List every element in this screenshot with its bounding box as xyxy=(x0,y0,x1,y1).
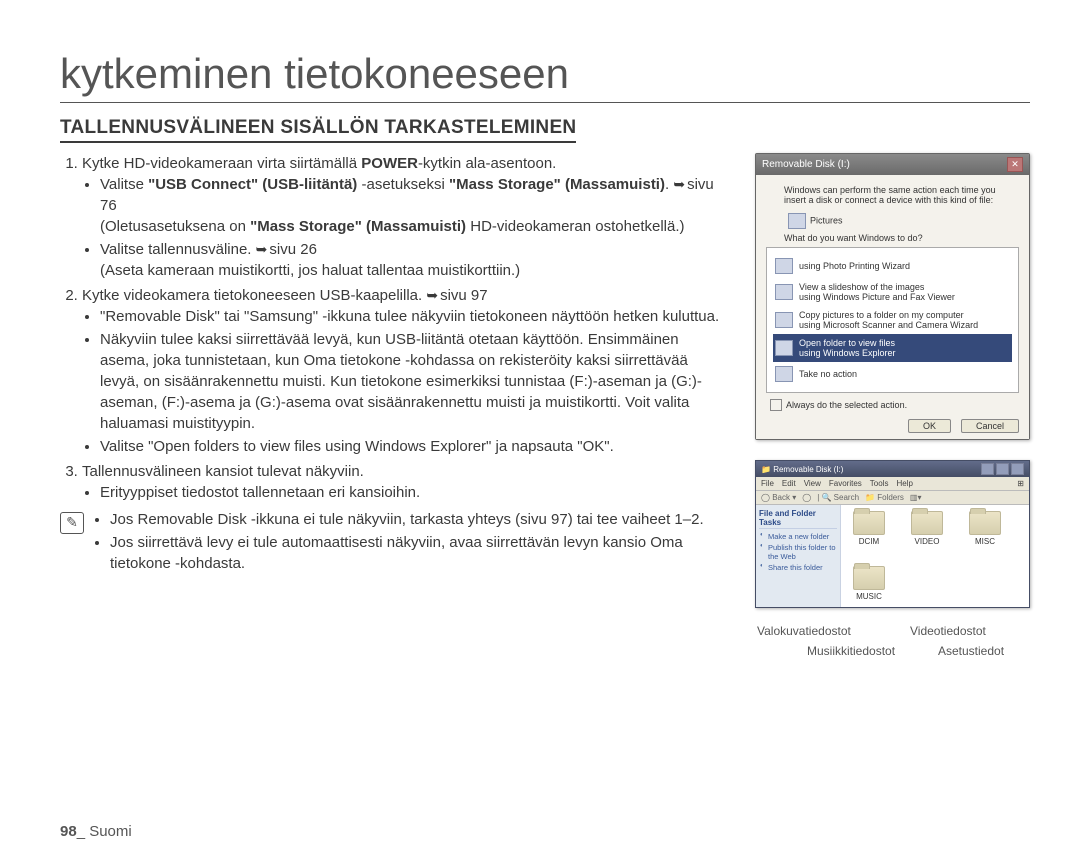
main-content: Kytke HD-videokameraan virta siirtämällä… xyxy=(60,153,730,576)
label-music: Musiikkitiedostot xyxy=(807,644,895,658)
dialog-message: Windows can perform the same action each… xyxy=(784,185,1019,205)
pictures-icon xyxy=(788,213,806,229)
close-icon[interactable]: ✕ xyxy=(1007,157,1023,172)
folder-icon xyxy=(853,566,885,590)
forward-icon[interactable]: ◯ xyxy=(802,493,811,502)
note-1: Jos Removable Disk -ikkuna ei tule näkyv… xyxy=(110,509,730,530)
windows-flag-icon: ⊞ xyxy=(1017,479,1024,488)
page-title: kytkeminen tietokoneeseen xyxy=(60,50,1030,103)
slideshow-icon xyxy=(775,284,793,300)
always-label: Always do the selected action. xyxy=(786,400,907,410)
back-icon[interactable]: ◯ Back ▾ xyxy=(761,493,796,502)
explorer-window: 📁 Removable Disk (I:) File Edit View xyxy=(755,460,1030,608)
always-checkbox[interactable] xyxy=(770,399,782,411)
step-3: Tallennusvälineen kansiot tulevat näkyvi… xyxy=(82,461,730,503)
explorer-main: DCIM VIDEO MISC MUSIC xyxy=(841,505,1029,607)
dialog-prompt: What do you want Windows to do? xyxy=(784,233,1019,243)
cancel-button[interactable]: Cancel xyxy=(961,419,1019,433)
minimize-icon[interactable] xyxy=(981,463,994,475)
label-settings: Asetustiedot xyxy=(938,644,1004,658)
folder-icon xyxy=(853,511,885,535)
section-heading: TALLENNUSVÄLINEEN SISÄLLÖN TARKASTELEMIN… xyxy=(60,117,576,143)
page-footer: 98_ Suomi xyxy=(60,823,132,840)
explorer-toolbar[interactable]: ◯ Back ▾ ◯ | 🔍 Search 📁 Folders ▥▾ xyxy=(756,491,1029,505)
step-2: Kytke videokamera tietokoneeseen USB-kaa… xyxy=(82,285,730,457)
noaction-icon xyxy=(775,366,793,382)
explorer-labels: Valokuvatiedostot Videotiedostot Musiikk… xyxy=(755,608,1030,663)
folder-dcim[interactable]: DCIM xyxy=(845,511,893,546)
folder-video[interactable]: VIDEO xyxy=(903,511,951,546)
folder-icon xyxy=(969,511,1001,535)
explorer-title: 📁 Removable Disk (I:) xyxy=(761,465,843,474)
step-1: Kytke HD-videokameraan virta siirtämällä… xyxy=(82,153,730,281)
dialog-list[interactable]: using Photo Printing Wizard View a slide… xyxy=(766,247,1019,393)
note-icon: ✎ xyxy=(60,512,84,534)
label-video: Videotiedostot xyxy=(910,624,986,638)
explorer-sidebar: File and Folder Tasks Make a new folder … xyxy=(756,505,841,607)
maximize-icon[interactable] xyxy=(996,463,1009,475)
dialog-item-selected[interactable]: Open folder to view files using Windows … xyxy=(773,334,1012,362)
ok-button[interactable]: OK xyxy=(908,419,951,433)
folder-open-icon xyxy=(775,340,793,356)
copy-icon xyxy=(775,312,793,328)
dialog-title: Removable Disk (I:) xyxy=(762,159,850,170)
folder-misc[interactable]: MISC xyxy=(961,511,1009,546)
note-2: Jos siirrettävä levy ei tule automaattis… xyxy=(110,532,730,574)
autoplay-dialog: Removable Disk (I:) ✕ Windows can perfor… xyxy=(755,153,1030,440)
explorer-menu[interactable]: File Edit View Favorites Tools Help ⊞ xyxy=(756,477,1029,491)
label-photo: Valokuvatiedostot xyxy=(757,624,851,638)
folder-music[interactable]: MUSIC xyxy=(845,566,893,601)
close-icon[interactable] xyxy=(1011,463,1024,475)
wizard-icon xyxy=(775,258,793,274)
folder-icon xyxy=(911,511,943,535)
